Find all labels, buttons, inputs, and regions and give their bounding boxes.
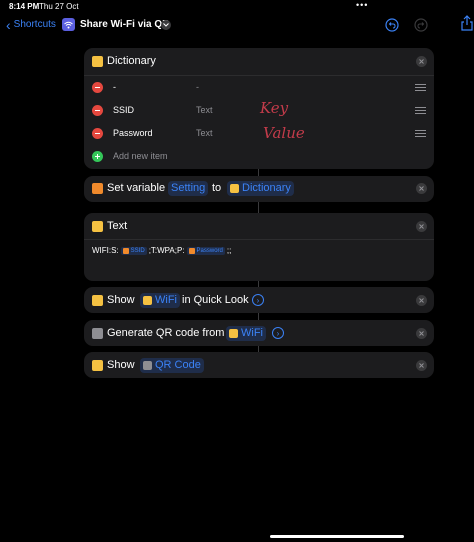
dictionary-header: Dictionary [84, 48, 434, 74]
qr-code-icon [143, 361, 152, 370]
add-item-label: Add new item [113, 151, 168, 161]
shortcut-title[interactable]: Share Wi-Fi via QR [80, 19, 169, 30]
dictionary-icon [92, 56, 103, 67]
home-indicator[interactable] [270, 535, 404, 538]
status-date: Thu 27 Oct [39, 2, 79, 11]
text-prefix: WIFI:S: [92, 246, 119, 255]
status-bar: 8:14 PM Thu 27 Oct ••• [0, 0, 474, 12]
status-time: 8:14 PM [9, 2, 40, 11]
divider [84, 75, 434, 76]
variable-name: Setting [171, 182, 206, 194]
row-key[interactable]: - [113, 82, 116, 92]
qr-code-icon [92, 328, 103, 339]
dictionary-token-label: Dictionary [242, 182, 291, 194]
back-button[interactable]: ‹ Shortcuts [6, 16, 56, 33]
close-icon[interactable] [416, 295, 427, 306]
chevron-down-icon[interactable] [161, 20, 171, 30]
text-icon [229, 329, 238, 338]
wifi-variable-label: WiFi [155, 294, 177, 306]
connector-line [258, 313, 259, 320]
row-key[interactable]: SSID [113, 105, 134, 115]
expand-chevron-icon[interactable]: › [252, 294, 264, 306]
password-token-label: Password [196, 247, 223, 254]
back-label: Shortcuts [13, 19, 56, 30]
close-icon[interactable] [416, 56, 427, 67]
variable-icon [122, 247, 129, 254]
generate-qr-label: Generate QR code from [107, 327, 225, 339]
show-icon [92, 360, 103, 371]
variable-name-token[interactable]: Setting [168, 181, 209, 196]
variable-icon [92, 183, 103, 194]
qr-code-token-label: QR Code [155, 359, 201, 371]
multitasking-dots[interactable]: ••• [356, 0, 368, 10]
wifi-variable-token[interactable]: WiFi [226, 326, 266, 341]
undo-icon[interactable] [385, 18, 399, 32]
row-value[interactable]: Text [196, 105, 213, 115]
redo-icon[interactable] [414, 18, 428, 32]
divider [84, 239, 434, 240]
show-label: Show [107, 294, 135, 306]
qr-code-token[interactable]: QR Code [140, 358, 204, 373]
chevron-left-icon: ‹ [6, 16, 11, 33]
connector-line [258, 202, 259, 213]
show-label: Show [107, 359, 135, 371]
row-value[interactable]: Text [196, 128, 213, 138]
wifi-variable-label: WiFi [241, 327, 263, 339]
wifi-variable-token[interactable]: WiFi [140, 293, 180, 308]
reorder-handle-icon[interactable] [415, 107, 426, 114]
remove-item-button[interactable] [92, 105, 103, 116]
to-label: to [212, 182, 222, 194]
remove-item-button[interactable] [92, 128, 103, 139]
close-icon[interactable] [416, 328, 427, 339]
set-variable-label: Set variable [107, 182, 166, 194]
add-item-button[interactable] [92, 151, 103, 162]
close-icon[interactable] [416, 360, 427, 371]
text-middle: ;T:WPA;P: [148, 246, 185, 255]
handwritten-key-note: Key [260, 99, 289, 117]
reorder-handle-icon[interactable] [415, 130, 426, 137]
text-title: Text [107, 220, 128, 232]
wifi-icon [62, 18, 75, 31]
row-value[interactable]: - [196, 82, 199, 92]
close-icon[interactable] [416, 221, 427, 232]
generate-qr-action[interactable]: Generate QR code from WiFi › [84, 320, 434, 346]
text-icon [143, 296, 152, 305]
dictionary-action[interactable]: Dictionary - - SSID Text Password Text A… [84, 48, 434, 169]
password-token[interactable]: Password [186, 246, 225, 255]
reorder-handle-icon[interactable] [415, 84, 426, 91]
dictionary-row: - - [84, 77, 434, 99]
dictionary-row: Password Text [84, 123, 434, 145]
dictionary-title: Dictionary [107, 55, 156, 67]
expand-chevron-icon[interactable]: › [272, 327, 284, 339]
show-qr-action[interactable]: Show QR Code [84, 352, 434, 378]
text-suffix: ;; [226, 246, 232, 255]
add-item-row[interactable]: Add new item [84, 146, 434, 168]
row-key[interactable]: Password [113, 128, 153, 138]
text-action[interactable]: Text WIFI:S: SSID ;T:WPA;P: Password ;; [84, 213, 434, 281]
ssid-token[interactable]: SSID [120, 246, 147, 255]
text-icon [92, 221, 103, 232]
text-content[interactable]: WIFI:S: SSID ;T:WPA;P: Password ;; [92, 246, 231, 255]
connector-line [258, 169, 259, 176]
ssid-token-label: SSID [130, 247, 145, 254]
quick-look-label: in Quick Look [182, 294, 249, 306]
dictionary-token[interactable]: Dictionary [227, 181, 294, 196]
quick-look-icon [92, 295, 103, 306]
close-icon[interactable] [416, 183, 427, 194]
dictionary-row: SSID Text [84, 100, 434, 122]
nav-bar: ‹ Shortcuts Share Wi-Fi via QR [0, 14, 474, 38]
remove-item-button[interactable] [92, 82, 103, 93]
variable-icon [188, 247, 195, 254]
set-variable-action[interactable]: Set variable Setting to Dictionary [84, 176, 434, 202]
dictionary-icon [230, 184, 239, 193]
handwritten-value-note: Value [263, 124, 305, 142]
show-quick-look-action[interactable]: Show WiFi in Quick Look › [84, 287, 434, 313]
share-icon[interactable] [460, 15, 474, 31]
